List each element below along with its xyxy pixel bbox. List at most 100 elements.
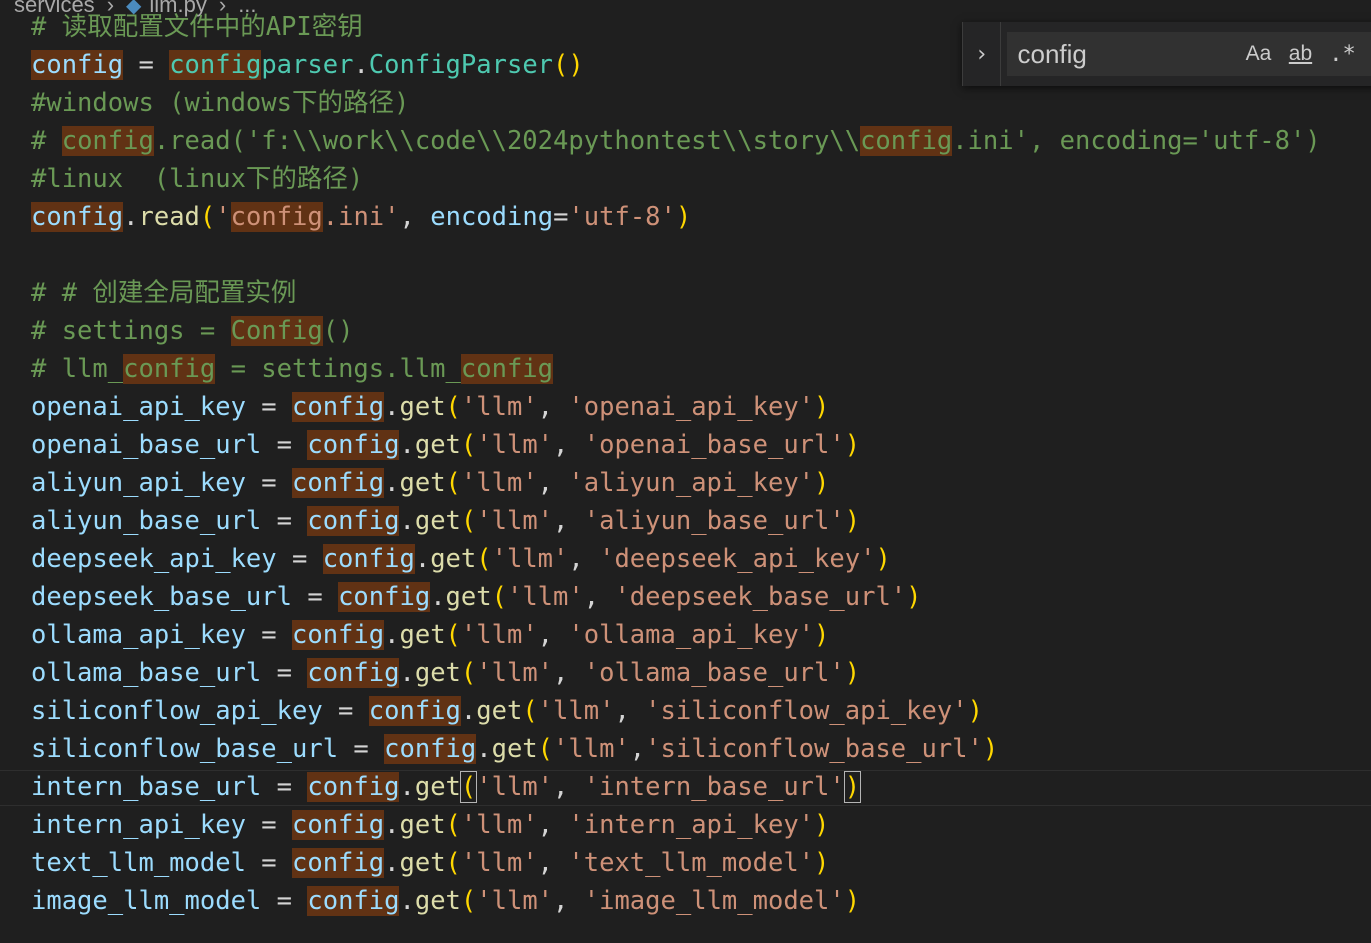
code-token: ) [844, 506, 861, 536]
code-token: config [307, 658, 400, 688]
code-token: ( [199, 202, 216, 232]
code-line[interactable]: #windows (windows下的路径) [31, 84, 409, 122]
code-token: # 读取配置文件中的API密钥 [31, 12, 363, 42]
code-token: 'llm' [491, 544, 569, 574]
code-token: 'aliyun_api_key' [568, 468, 815, 498]
code-token: ) [814, 468, 830, 498]
code-token: ( [460, 886, 477, 916]
code-token: intern_api_key [31, 810, 246, 840]
code-line[interactable]: config.read('config.ini', encoding='utf-… [31, 198, 691, 236]
code-token: ) [906, 582, 922, 612]
code-token: 'llm' [476, 886, 554, 916]
code-token: config [307, 430, 400, 460]
code-line[interactable]: text_llm_model = config.get('llm', 'text… [31, 844, 829, 882]
code-token: 'ollama_base_url' [583, 658, 845, 688]
code-token: 'intern_base_url' [583, 772, 845, 802]
code-token: get [414, 658, 461, 688]
code-token: ) [982, 734, 999, 764]
match-whole-word-toggle[interactable]: ab [1279, 42, 1321, 66]
code-token: get [476, 696, 523, 726]
code-token: siliconflow_api_key [31, 696, 323, 726]
code-token: config [322, 544, 415, 574]
code-token: config [292, 848, 385, 878]
code-line[interactable]: image_llm_model = config.get('llm', 'ima… [31, 882, 860, 920]
code-token: , [553, 430, 584, 460]
code-token: aliyun_base_url [31, 506, 262, 536]
code-token: . [399, 886, 415, 916]
code-token: get [491, 734, 538, 764]
code-token: ( [460, 430, 477, 460]
code-line[interactable]: ollama_base_url = config.get('llm', 'oll… [31, 654, 860, 692]
code-line[interactable]: ollama_api_key = config.get('llm', 'olla… [31, 616, 829, 654]
code-token: . [399, 658, 415, 688]
code-line[interactable]: # # 创建全局配置实例 [31, 274, 296, 312]
code-token: #linux (linux下的路径) [31, 164, 364, 194]
find-input-container: Aa ab .* [1007, 32, 1371, 76]
code-token: , [583, 582, 615, 612]
code-line[interactable]: #linux (linux下的路径) [31, 160, 363, 198]
code-line[interactable]: intern_api_key = config.get('llm', 'inte… [31, 806, 829, 844]
code-token: config [123, 354, 216, 384]
code-token: , [553, 772, 584, 802]
code-token: 'llm' [553, 734, 630, 764]
code-token: get [399, 810, 446, 840]
code-token: ConfigParser [368, 50, 554, 80]
code-token: get [414, 772, 461, 802]
code-token: = [553, 202, 569, 232]
code-token: = [338, 734, 385, 764]
code-line[interactable]: # config.read('f:\\work\\code\\2024pytho… [31, 122, 1321, 160]
code-line[interactable]: siliconflow_base_url = config.get('llm',… [31, 730, 998, 768]
use-regex-toggle[interactable]: .* [1321, 42, 1363, 67]
code-token: , [629, 734, 646, 764]
code-line[interactable]: siliconflow_api_key = config.get('llm', … [31, 692, 983, 730]
code-line[interactable]: aliyun_base_url = config.get('llm', 'ali… [31, 502, 860, 540]
code-token: get [399, 848, 446, 878]
code-token: ( [445, 620, 461, 650]
code-line[interactable]: intern_base_url = config.get('llm', 'int… [31, 768, 862, 806]
match-case-toggle[interactable]: Aa [1237, 42, 1279, 66]
code-line[interactable]: # settings = Config() [31, 312, 353, 350]
code-token: = [245, 848, 292, 878]
code-token: ( [476, 544, 492, 574]
code-line[interactable]: aliyun_api_key = config.get('llm', 'aliy… [31, 464, 829, 502]
code-token: config [384, 734, 477, 764]
code-token: config [368, 696, 461, 726]
code-token: # [31, 126, 62, 156]
toggle-replace-chevron-icon[interactable]: › [963, 22, 1002, 86]
code-line[interactable]: deepseek_api_key = config.get('llm', 'de… [31, 540, 891, 578]
code-token: . [399, 506, 415, 536]
find-input[interactable] [1017, 38, 1238, 70]
code-token: 'llm' [537, 696, 615, 726]
code-token: 'utf-8' [568, 202, 676, 232]
code-token: image_llm_model [31, 886, 262, 916]
code-token: , [553, 658, 584, 688]
code-token: 'deepseek_base_url' [614, 582, 907, 612]
code-token: 'llm' [476, 430, 554, 460]
code-token: . [399, 430, 415, 460]
code-token: aliyun_api_key [31, 468, 246, 498]
code-token: , [537, 848, 569, 878]
code-line[interactable]: config = configparser.ConfigParser() [31, 46, 584, 84]
code-line[interactable]: openai_api_key = config.get('llm', 'open… [31, 388, 829, 426]
code-token: , [568, 544, 600, 574]
code-token: intern_base_url [31, 772, 262, 802]
code-token: 'llm' [476, 772, 554, 802]
code-token: encoding [430, 202, 554, 232]
code-line[interactable]: # 读取配置文件中的API密钥 [31, 8, 363, 46]
code-line[interactable]: deepseek_base_url = config.get('llm', 'd… [31, 578, 922, 616]
code-token: ) [843, 771, 862, 803]
code-editor[interactable]: # 读取配置文件中的API密钥 config = configparser.Con… [0, 8, 1371, 943]
code-token: . [460, 696, 477, 726]
code-token: 'image_llm_model' [583, 886, 845, 916]
code-token: config [31, 202, 124, 232]
code-token: ( [445, 468, 461, 498]
code-line[interactable]: # llm_config = settings.llm_config [31, 350, 554, 388]
code-token: ) [814, 810, 830, 840]
code-token: = [261, 430, 308, 460]
code-token: ' [215, 202, 231, 232]
code-token: = [245, 392, 292, 422]
code-line[interactable]: openai_base_url = config.get('llm', 'ope… [31, 426, 860, 464]
code-token: get [445, 582, 492, 612]
code-token: Config [230, 316, 323, 346]
code-token: 'llm' [460, 810, 538, 840]
